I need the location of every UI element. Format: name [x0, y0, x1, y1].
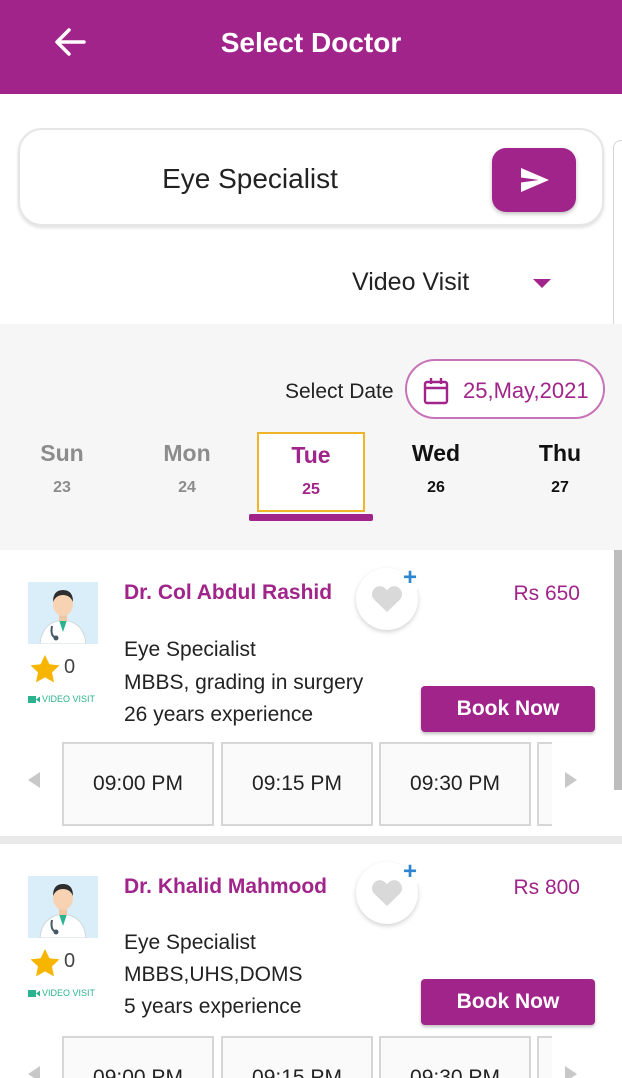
- select-date-label: Select Date: [285, 380, 394, 403]
- doctor-name[interactable]: Dr. Khalid Mahmood: [124, 874, 334, 899]
- visit-type-dropdown[interactable]: Video Visit: [340, 262, 570, 306]
- video-visit-badge: VIDEO VISIT: [28, 988, 100, 1000]
- consultation-fee: Rs 800: [513, 876, 580, 899]
- doctor-experience: 26 years experience: [124, 703, 314, 726]
- doctor-specialty: Eye Specialist: [124, 638, 256, 661]
- time-slot[interactable]: 09:00 PM: [62, 1036, 214, 1078]
- time-slot-partial[interactable]: [537, 1036, 552, 1078]
- time-slot[interactable]: 09:30 PM: [379, 742, 531, 826]
- time-slot[interactable]: 09:00 PM: [62, 742, 214, 826]
- video-camera-icon: [28, 696, 40, 703]
- consultation-fee: Rs 650: [513, 582, 580, 605]
- specialty-search-box[interactable]: Eye Specialist: [18, 128, 604, 226]
- day-name: Mon: [163, 440, 211, 466]
- doctor-avatar-icon: [28, 876, 98, 938]
- doctor-card: 0 VIDEO VISIT Dr. Col Abdul Rashid Eye S…: [0, 550, 622, 836]
- doctor-qualification: MBBS, grading in surgery: [124, 671, 364, 694]
- video-camera-icon: [28, 990, 40, 997]
- heart-icon: [371, 586, 403, 612]
- day-wed[interactable]: Wed 26: [382, 432, 490, 512]
- calendar-icon: [423, 378, 449, 405]
- time-slot[interactable]: 09:15 PM: [221, 1036, 373, 1078]
- day-sun[interactable]: Sun 23: [8, 432, 116, 512]
- slots-prev-arrow[interactable]: [28, 772, 40, 788]
- doctor-card: 0 VIDEO VISIT Dr. Khalid Mahmood Eye Spe…: [0, 844, 622, 1078]
- time-slot-list: 09:00 PM 09:15 PM 09:30 PM: [62, 1036, 552, 1078]
- time-slot[interactable]: 09:15 PM: [221, 742, 373, 826]
- rating-count: 0: [64, 656, 76, 678]
- add-favorite-plus-icon[interactable]: +: [397, 860, 423, 886]
- send-icon: [521, 168, 549, 192]
- add-favorite-plus-icon[interactable]: +: [397, 566, 423, 592]
- video-visit-badge: VIDEO VISIT: [28, 694, 100, 706]
- slots-prev-arrow[interactable]: [28, 1066, 40, 1078]
- star-icon: [30, 655, 60, 683]
- doctor-specialty: Eye Specialist: [124, 931, 256, 954]
- day-number: 25: [302, 481, 320, 498]
- date-selector: Select Date 25,May,2021 Sun 23 Mon 24 Tu…: [0, 324, 622, 550]
- scrollbar[interactable]: [614, 550, 622, 790]
- day-thu[interactable]: Thu 27: [506, 432, 614, 512]
- day-number: 23: [53, 479, 71, 496]
- doctor-experience: 5 years experience: [124, 995, 302, 1018]
- doctor-avatar-icon: [28, 582, 98, 644]
- heart-icon: [371, 880, 403, 906]
- slots-next-arrow[interactable]: [565, 772, 577, 788]
- day-name: Thu: [538, 440, 582, 466]
- star-icon: [30, 949, 60, 977]
- video-visit-label: VIDEO VISIT: [42, 988, 96, 998]
- day-name: Tue: [291, 442, 331, 468]
- search-send-button[interactable]: [492, 148, 576, 212]
- caret-down-icon: [533, 279, 551, 288]
- time-slot-partial[interactable]: [537, 742, 552, 826]
- selected-date-value: 25,May,2021: [463, 378, 589, 403]
- day-name: Wed: [411, 440, 461, 466]
- doctor-qualification: MBBS,UHS,DOMS: [124, 963, 303, 986]
- slots-next-arrow[interactable]: [565, 1066, 577, 1078]
- app-bar: Select Doctor: [0, 0, 622, 94]
- time-slot[interactable]: 09:30 PM: [379, 1036, 531, 1078]
- day-name: Sun: [40, 440, 84, 466]
- doctor-avatar: [28, 582, 98, 644]
- specialty-search-input[interactable]: Eye Specialist: [20, 130, 480, 228]
- card-divider: [0, 836, 622, 844]
- selected-day-indicator: [249, 514, 373, 521]
- visit-type-value: Video Visit: [352, 268, 470, 296]
- book-now-button[interactable]: Book Now: [421, 686, 595, 732]
- doctor-name[interactable]: Dr. Col Abdul Rashid: [124, 580, 334, 605]
- video-visit-label: VIDEO VISIT: [42, 694, 96, 704]
- rating-count: 0: [64, 950, 76, 972]
- side-panel-edge: [613, 140, 622, 335]
- page-title: Select Doctor: [220, 27, 402, 58]
- day-number: 26: [427, 479, 445, 496]
- day-number: 24: [178, 479, 196, 496]
- day-mon[interactable]: Mon 24: [133, 432, 241, 512]
- book-now-button[interactable]: Book Now: [421, 979, 595, 1025]
- date-picker-button[interactable]: 25,May,2021: [405, 359, 605, 419]
- doctor-avatar: [28, 876, 98, 938]
- time-slot-list: 09:00 PM 09:15 PM 09:30 PM: [62, 742, 552, 828]
- day-tue[interactable]: Tue 25: [257, 432, 365, 512]
- day-number: 27: [551, 479, 569, 496]
